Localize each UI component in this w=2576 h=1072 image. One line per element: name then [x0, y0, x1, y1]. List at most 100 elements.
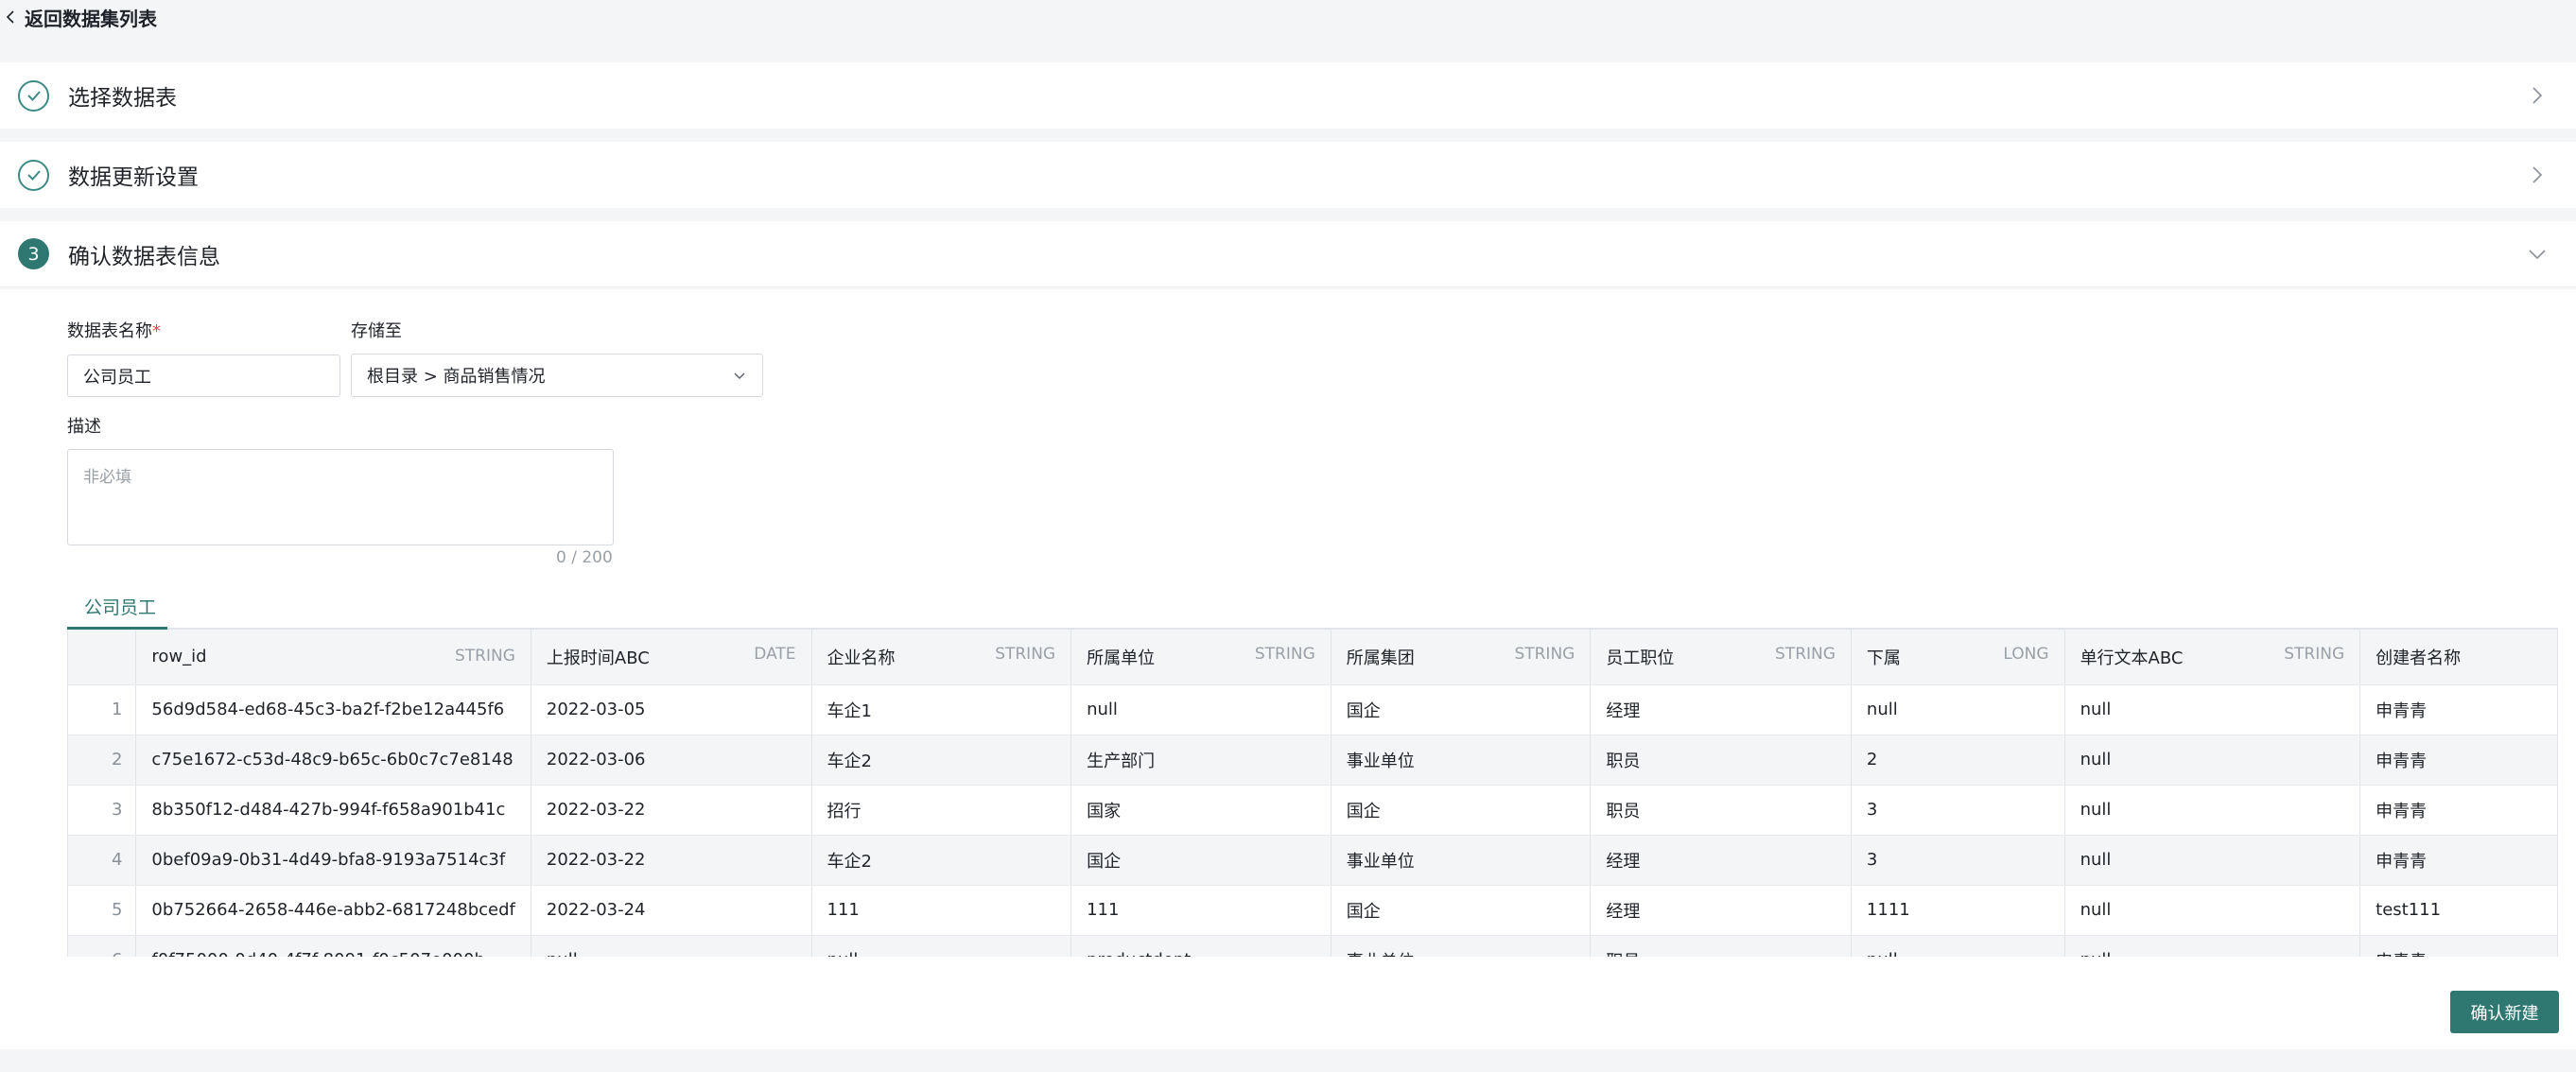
table-row: 3 8b350f12-d484-427b-994f-f658a901b41c 202… — [68, 785, 2558, 836]
tab-company-staff[interactable]: 公司员工 — [84, 594, 156, 619]
table-cell: null — [2064, 785, 2361, 836]
column-header[interactable]: 企业名称 STRING — [811, 630, 1072, 685]
column-type: STRING — [1514, 644, 1575, 664]
data-preview-table[interactable]: row_id STRING 上报时间ABC DATE 企业名称 STRING 所属单位… — [67, 630, 2558, 957]
step-select-table[interactable]: 选择数据表 — [0, 62, 2576, 129]
table-cell: c75e1672-c53d-48c9-b65c-6b0c7c7e8148 — [135, 735, 531, 786]
table-cell: 生产部门 — [1070, 735, 1332, 786]
table-cell: 申青青 — [2359, 684, 2558, 735]
column-type: STRING — [995, 644, 1056, 664]
column-header[interactable]: 员工职位 STRING — [1590, 630, 1852, 685]
confirm-create-button[interactable]: 确认新建 — [2450, 991, 2559, 1033]
chevron-right-icon[interactable] — [2527, 85, 2548, 106]
back-label: 返回数据集列表 — [25, 7, 157, 30]
table-cell: 56d9d584-ed68-45c3-ba2f-f2be12a445f6 — [135, 684, 531, 735]
char-counter: 0 / 200 — [556, 548, 613, 567]
table-header-row: row_id STRING 上报时间ABC DATE 企业名称 STRING 所属单位… — [68, 630, 2558, 685]
back-to-dataset-list[interactable]: 返回数据集列表 — [0, 0, 2576, 34]
table-cell: 经理 — [1590, 684, 1852, 735]
table-cell: 车企1 — [811, 684, 1072, 735]
table-row: 2 c75e1672-c53d-48c9-b65c-6b0c7c7e8148 202… — [68, 735, 2558, 786]
column-header[interactable]: row_id STRING — [135, 630, 531, 685]
column-header[interactable]: 所属集团 STRING — [1331, 630, 1592, 685]
store-label: 存储至 — [351, 321, 402, 341]
chevron-down-icon[interactable] — [2527, 244, 2548, 265]
table-cell: 车企2 — [811, 835, 1072, 886]
table-cell: null — [2064, 684, 2361, 735]
index-header — [68, 630, 137, 685]
table-cell: 经理 — [1590, 835, 1852, 886]
column-type: STRING — [1775, 644, 1836, 664]
column-header[interactable]: 上报时间ABC DATE — [531, 630, 812, 685]
table-row: 1 56d9d584-ed68-45c3-ba2f-f2be12a445f6 202… — [68, 684, 2558, 735]
table-cell: 2022-03-06 — [531, 735, 812, 786]
row-index: 6 — [68, 935, 137, 957]
chevron-right-icon[interactable] — [2527, 164, 2548, 185]
table-cell: 3 — [1851, 785, 2065, 836]
table-cell: 0bef09a9-0b31-4d49-bfa8-9193a7514c3f — [135, 835, 531, 886]
required-mark: * — [152, 321, 161, 341]
table-cell: 国企 — [1070, 835, 1332, 886]
table-cell: 职员 — [1590, 735, 1852, 786]
table-cell: 111 — [1070, 885, 1332, 936]
table-cell: 申青青 — [2359, 935, 2558, 957]
step-confirm-table-info[interactable]: 3 确认数据表信息 — [0, 221, 2576, 287]
table-cell: 国企 — [1331, 785, 1592, 836]
table-cell: null — [2064, 835, 2361, 886]
table-cell: null — [811, 935, 1072, 957]
column-header[interactable]: 下属 LONG — [1851, 630, 2065, 685]
column-type: STRING — [1254, 644, 1315, 664]
table-cell: 3 — [1851, 835, 2065, 886]
table-cell: null — [531, 935, 812, 957]
table-cell: null — [2064, 885, 2361, 936]
table-name-input[interactable]: 公司员工 — [67, 354, 340, 397]
description-textarea[interactable]: 非必填 — [67, 449, 614, 545]
table-cell: 8b350f12-d484-427b-994f-f658a901b41c — [135, 785, 531, 836]
check-circle-icon — [18, 159, 49, 191]
table-cell: null — [1851, 684, 2065, 735]
desc-label: 描述 — [67, 417, 101, 437]
table-cell: 车企2 — [811, 735, 1072, 786]
table-cell: f0f75000-0d40-4f7f-8091-f0c507e000b — [135, 935, 531, 957]
table-cell: 111 — [811, 885, 1072, 936]
column-header[interactable]: 所属单位 STRING — [1070, 630, 1332, 685]
table-cell: 2 — [1851, 735, 2065, 786]
table-cell: 2022-03-22 — [531, 785, 812, 836]
row-index: 1 — [68, 684, 137, 735]
table-cell: null — [1851, 935, 2065, 957]
column-header[interactable]: 创建者名称 — [2359, 630, 2558, 685]
table-cell: 经理 — [1590, 885, 1852, 936]
table-cell: 国家 — [1070, 785, 1332, 836]
table-cell: 申青青 — [2359, 785, 2558, 836]
table-cell: 2022-03-24 — [531, 885, 812, 936]
table-cell: null — [1070, 684, 1332, 735]
table-cell: null — [2064, 935, 2361, 957]
table-cell: 事业单位 — [1331, 735, 1592, 786]
table-cell: null — [2064, 735, 2361, 786]
column-header[interactable]: 单行文本ABC STRING — [2064, 630, 2361, 685]
table-cell: 申青青 — [2359, 735, 2558, 786]
column-type: STRING — [454, 647, 515, 666]
step-title: 选择数据表 — [68, 86, 177, 111]
table-row: 4 0bef09a9-0b31-4d49-bfa8-9193a7514c3f 202… — [68, 835, 2558, 886]
table-cell: 2022-03-22 — [531, 835, 812, 886]
table-cell: productdept — [1070, 935, 1332, 957]
name-label: 数据表名称* — [67, 321, 161, 341]
table-cell: 国企 — [1331, 885, 1592, 936]
table-row: 5 0b752664-2658-446e-abb2-6817248bcedf 202… — [68, 885, 2558, 936]
row-index: 5 — [68, 885, 137, 936]
column-type: DATE — [754, 644, 796, 664]
table-cell: 职员 — [1590, 935, 1852, 957]
chevron-left-icon — [6, 10, 14, 24]
step-title: 确认数据表信息 — [68, 244, 220, 269]
table-cell: 事业单位 — [1331, 835, 1592, 886]
table-cell: 申青青 — [2359, 835, 2558, 886]
row-index: 3 — [68, 785, 137, 836]
table-row: 6f0f75000-0d40-4f7f-8091-f0c507e000bnull… — [68, 935, 2558, 957]
store-location-select[interactable]: 根目录 > 商品销售情况 — [351, 354, 763, 397]
table-cell: 招行 — [811, 785, 1072, 836]
step-update-settings[interactable]: 数据更新设置 — [0, 142, 2576, 208]
step-title: 数据更新设置 — [68, 165, 199, 190]
table-cell: 0b752664-2658-446e-abb2-6817248bcedf — [135, 885, 531, 936]
chevron-down-icon — [734, 372, 745, 379]
